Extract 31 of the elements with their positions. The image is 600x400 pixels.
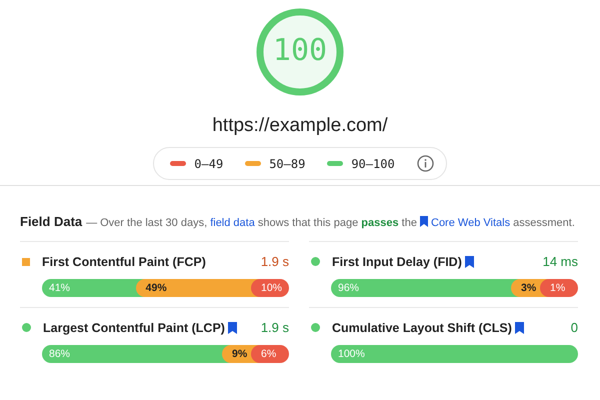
- metric-name: Cumulative Layout Shift (CLS): [332, 320, 512, 334]
- good-rating-icon: [22, 323, 31, 332]
- metric-name: First Input Delay (FID): [332, 254, 462, 268]
- distribution-segment: 86%: [42, 345, 231, 363]
- field-data-link[interactable]: field data: [210, 217, 255, 229]
- metric-name: Largest Contentful Paint (LCP): [43, 320, 225, 334]
- good-rating-icon: [311, 323, 320, 332]
- average-rating-icon: [22, 258, 30, 266]
- metric-value: 14 ms: [542, 254, 578, 269]
- distribution-segment: 49%: [136, 279, 260, 297]
- passes-text: passes: [361, 217, 399, 229]
- distribution-segment: 96%: [331, 279, 520, 297]
- legend-label: 90–100: [351, 156, 395, 170]
- distribution-segment: 10%: [251, 279, 289, 297]
- distribution-segment: 100%: [331, 345, 578, 363]
- legend-label: 50–89: [269, 156, 306, 170]
- bookmark-icon: [420, 216, 428, 227]
- score-value: 100: [272, 33, 328, 69]
- core-web-vitals-link[interactable]: Core Web Vitals: [420, 217, 510, 229]
- good-rating-icon: [311, 257, 320, 266]
- field-data-description: Field Data — Over the last 30 days, field data shows that this page passes the Core Web Vitals assessment.: [20, 213, 576, 231]
- metric-value: 1.9 s: [260, 320, 289, 335]
- info-icon[interactable]: [416, 155, 434, 172]
- legend-label: 0–49: [194, 156, 224, 170]
- metric-name: First Contentful Paint (FCP): [42, 254, 206, 268]
- distribution-segment: 6%: [251, 345, 289, 363]
- metric-value: 0: [570, 320, 578, 335]
- distribution-segment: 41%: [42, 279, 145, 297]
- distribution-segment: 1%: [540, 279, 578, 297]
- page-url: https://example.com/: [212, 115, 388, 137]
- metric-value: 1.9 s: [260, 254, 289, 269]
